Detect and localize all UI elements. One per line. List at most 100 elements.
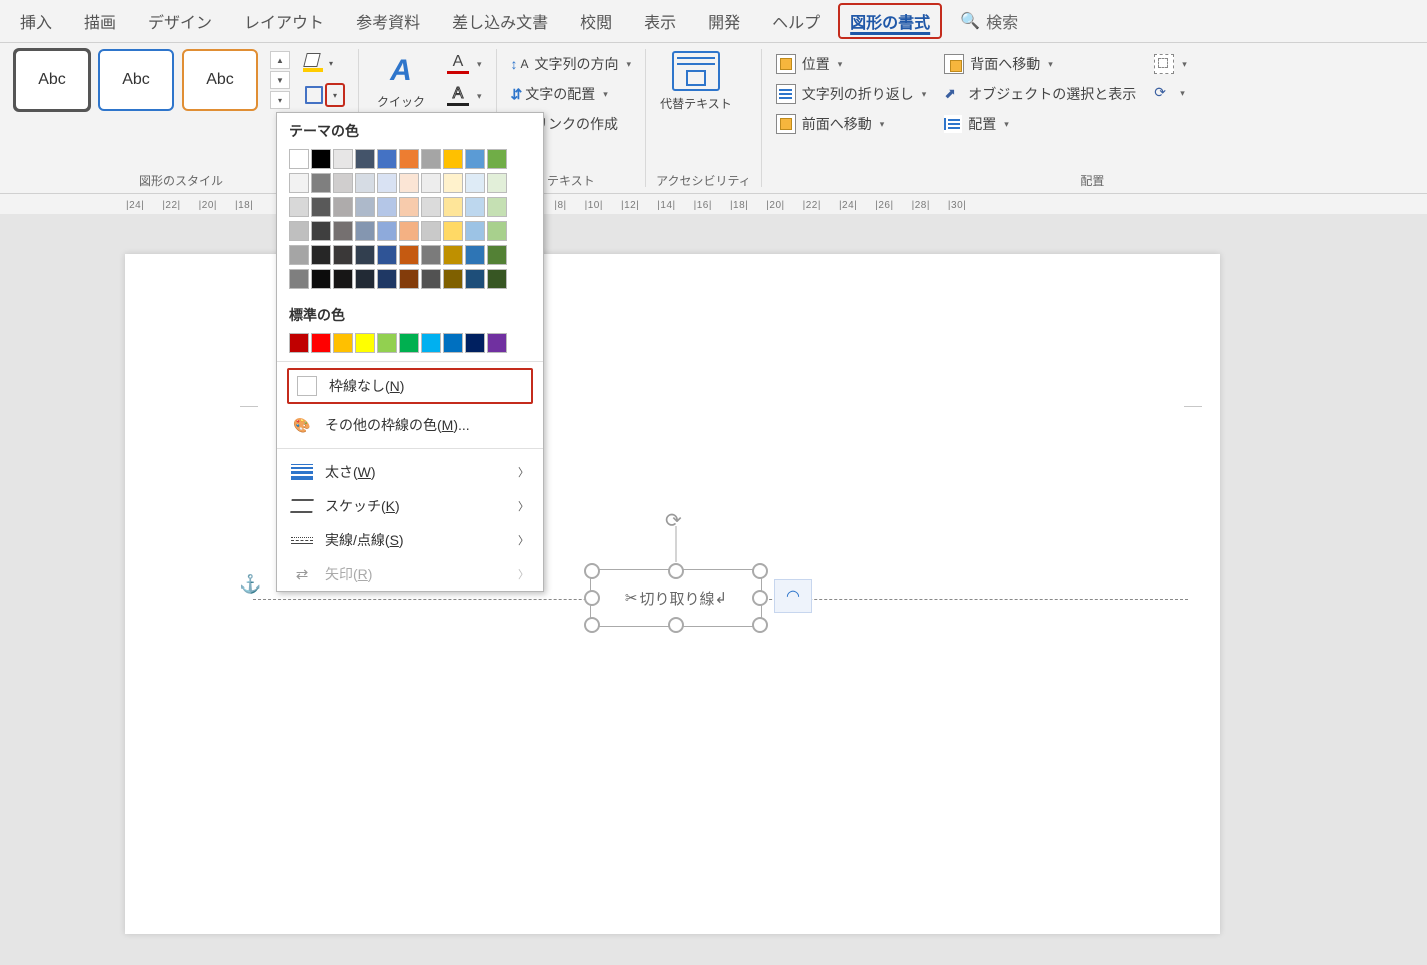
- color-swatch[interactable]: [399, 269, 419, 289]
- color-swatch[interactable]: [421, 245, 441, 265]
- color-swatch[interactable]: [377, 333, 397, 353]
- text-direction-button[interactable]: A 文字列の方向 ▾: [507, 51, 636, 77]
- resize-handle-sw[interactable]: [584, 617, 600, 633]
- tab-mailmerge[interactable]: 差し込み文書: [438, 3, 562, 39]
- position-button[interactable]: 位置 ▾: [772, 51, 931, 77]
- color-swatch[interactable]: [399, 173, 419, 193]
- tab-developer[interactable]: 開発: [694, 3, 754, 39]
- search-box[interactable]: 検索: [946, 3, 1032, 39]
- color-swatch[interactable]: [333, 149, 353, 169]
- color-swatch[interactable]: [311, 197, 331, 217]
- group-objects-button[interactable]: ▾: [1150, 51, 1191, 77]
- resize-handle-e[interactable]: [752, 590, 768, 606]
- more-outline-colors-item[interactable]: その他の枠線の色(M)...: [277, 408, 543, 442]
- color-swatch[interactable]: [443, 173, 463, 193]
- color-swatch[interactable]: [399, 221, 419, 241]
- color-swatch[interactable]: [289, 245, 309, 265]
- color-swatch[interactable]: [355, 269, 375, 289]
- color-swatch[interactable]: [311, 173, 331, 193]
- color-swatch[interactable]: [465, 173, 485, 193]
- color-swatch[interactable]: [377, 149, 397, 169]
- color-swatch[interactable]: [421, 333, 441, 353]
- color-swatch[interactable]: [421, 197, 441, 217]
- color-swatch[interactable]: [377, 245, 397, 265]
- outline-weight-item[interactable]: 太さ(W) 〉: [277, 455, 543, 489]
- send-backward-button[interactable]: 背面へ移動 ▾: [940, 51, 1140, 77]
- color-swatch[interactable]: [289, 197, 309, 217]
- color-swatch[interactable]: [377, 173, 397, 193]
- color-swatch[interactable]: [487, 173, 507, 193]
- resize-handle-se[interactable]: [752, 617, 768, 633]
- color-swatch[interactable]: [289, 221, 309, 241]
- color-swatch[interactable]: [355, 197, 375, 217]
- resize-handle-nw[interactable]: [584, 563, 600, 579]
- color-swatch[interactable]: [289, 173, 309, 193]
- color-swatch[interactable]: [333, 333, 353, 353]
- resize-handle-w[interactable]: [584, 590, 600, 606]
- tab-review[interactable]: 校閲: [566, 3, 626, 39]
- color-swatch[interactable]: [399, 197, 419, 217]
- color-swatch[interactable]: [333, 269, 353, 289]
- text-outline-button[interactable]: A ▾: [443, 83, 486, 109]
- no-outline-item[interactable]: 枠線なし(N): [287, 368, 533, 404]
- color-swatch[interactable]: [289, 149, 309, 169]
- color-swatch[interactable]: [487, 245, 507, 265]
- style-swatch-1[interactable]: Abc: [14, 49, 90, 111]
- resize-handle-ne[interactable]: [752, 563, 768, 579]
- color-swatch[interactable]: [465, 221, 485, 241]
- color-swatch[interactable]: [487, 197, 507, 217]
- color-swatch[interactable]: [377, 221, 397, 241]
- color-swatch[interactable]: [311, 269, 331, 289]
- rotate-objects-button[interactable]: ⟳ ▾: [1150, 81, 1191, 105]
- color-swatch[interactable]: [289, 269, 309, 289]
- color-swatch[interactable]: [465, 245, 485, 265]
- color-swatch[interactable]: [421, 149, 441, 169]
- layout-options-popup[interactable]: ◠: [774, 579, 812, 613]
- tab-layout[interactable]: レイアウト: [230, 3, 338, 39]
- color-swatch[interactable]: [399, 245, 419, 265]
- color-swatch[interactable]: [333, 221, 353, 241]
- color-swatch[interactable]: [311, 333, 331, 353]
- color-swatch[interactable]: [399, 149, 419, 169]
- rotate-handle[interactable]: ⟳: [665, 508, 687, 530]
- color-swatch[interactable]: [443, 333, 463, 353]
- shape-fill-dropdown[interactable]: ▾: [325, 53, 337, 73]
- color-swatch[interactable]: [465, 149, 485, 169]
- color-swatch[interactable]: [355, 149, 375, 169]
- resize-handle-n[interactable]: [668, 563, 684, 579]
- color-swatch[interactable]: [333, 173, 353, 193]
- shape-fill-button[interactable]: ▾: [300, 51, 348, 75]
- color-swatch[interactable]: [377, 269, 397, 289]
- color-swatch[interactable]: [465, 197, 485, 217]
- color-swatch[interactable]: [443, 221, 463, 241]
- tab-references[interactable]: 参考資料: [342, 3, 434, 39]
- text-align-button[interactable]: 文字の配置 ▾: [507, 81, 636, 107]
- tab-design[interactable]: デザイン: [134, 3, 226, 39]
- bring-forward-button[interactable]: 前面へ移動 ▾: [772, 111, 931, 137]
- color-swatch[interactable]: [399, 333, 419, 353]
- color-swatch[interactable]: [487, 269, 507, 289]
- gallery-up[interactable]: ▲: [270, 51, 290, 69]
- color-swatch[interactable]: [333, 245, 353, 265]
- color-swatch[interactable]: [487, 221, 507, 241]
- color-swatch[interactable]: [421, 269, 441, 289]
- color-swatch[interactable]: [355, 245, 375, 265]
- wordart-quick-styles[interactable]: A クイック: [369, 49, 433, 111]
- color-swatch[interactable]: [487, 333, 507, 353]
- color-swatch[interactable]: [487, 149, 507, 169]
- gallery-down[interactable]: ▼: [270, 71, 290, 89]
- gallery-more[interactable]: ▾: [270, 91, 290, 109]
- color-swatch[interactable]: [311, 245, 331, 265]
- text-wrap-button[interactable]: 文字列の折り返し ▾: [772, 81, 931, 107]
- tab-draw[interactable]: 描画: [70, 3, 130, 39]
- color-swatch[interactable]: [465, 269, 485, 289]
- color-swatch[interactable]: [311, 149, 331, 169]
- tab-view[interactable]: 表示: [630, 3, 690, 39]
- tab-help[interactable]: ヘルプ: [758, 3, 834, 39]
- text-fill-button[interactable]: A ▾: [443, 51, 486, 77]
- shape-style-gallery[interactable]: Abc Abc Abc ▲ ▼ ▾: [14, 49, 290, 111]
- color-swatch[interactable]: [465, 333, 485, 353]
- color-swatch[interactable]: [355, 221, 375, 241]
- color-swatch[interactable]: [311, 221, 331, 241]
- resize-handle-s[interactable]: [668, 617, 684, 633]
